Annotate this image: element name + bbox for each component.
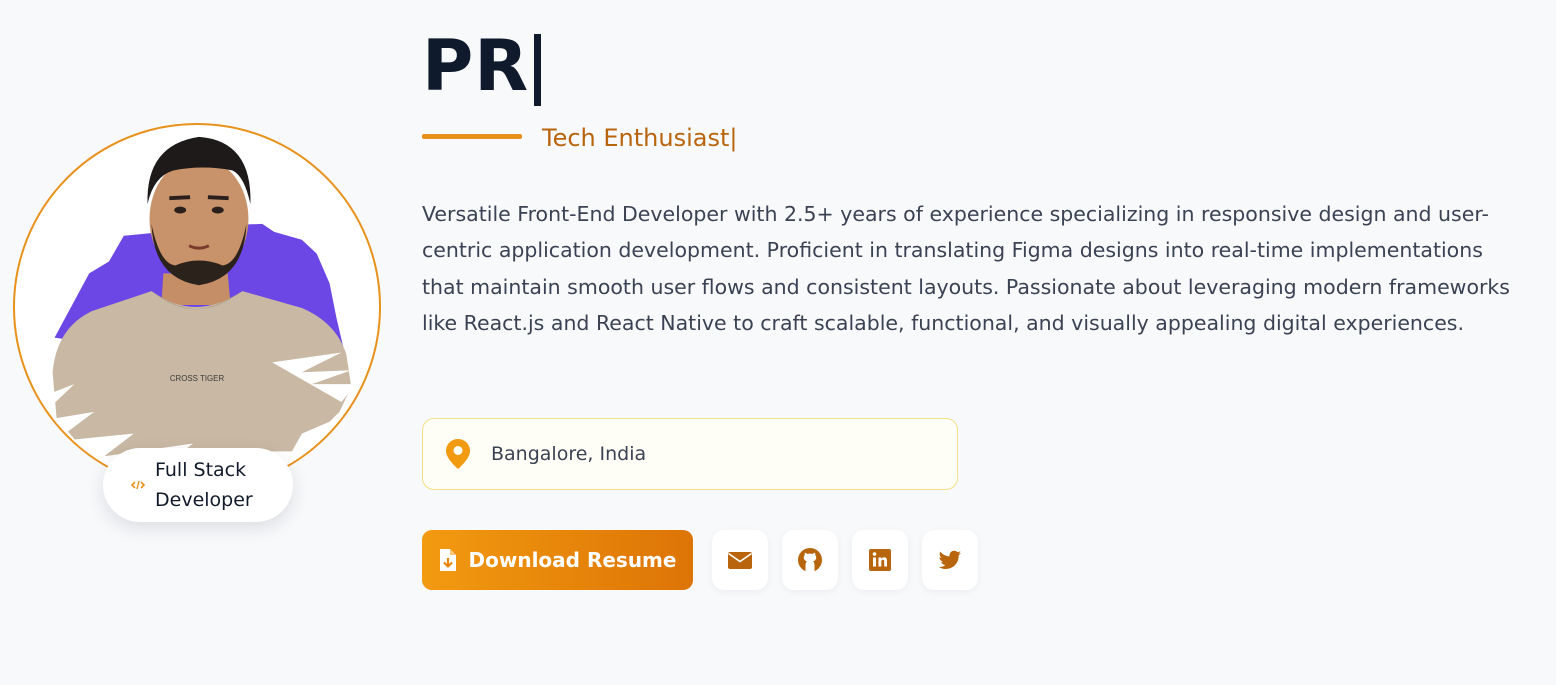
profile-name: PR [422,25,530,107]
profile-bio: Versatile Front-End Developer with 2.5+ … [422,202,1510,336]
profile-photo: CROSS TIGER [15,136,379,489]
shirt-text: CROSS TIGER [170,374,225,383]
code-icon [131,478,145,492]
profile-tagline: Tech Enthusiast| [542,124,738,152]
accent-divider [422,134,522,139]
location-card: Bangalore, India [422,418,958,490]
role-label: Full Stack Developer [155,459,253,511]
twitter-button[interactable] [922,530,978,590]
twitter-icon [938,550,961,569]
envelope-icon [728,552,752,569]
download-resume-button[interactable]: Download Resume [422,530,693,590]
email-button[interactable] [712,530,768,590]
location-text: Bangalore, India [491,443,647,465]
role-badge: Full Stack Developer [103,448,293,522]
typing-cursor [534,34,541,106]
map-pin-icon [445,438,471,470]
download-resume-label: Download Resume [468,548,677,572]
github-icon [798,548,822,572]
linkedin-button[interactable] [852,530,908,590]
linkedin-icon [869,549,891,571]
github-button[interactable] [782,530,838,590]
file-download-icon [439,548,457,572]
profile-avatar: CROSS TIGER [13,123,381,491]
